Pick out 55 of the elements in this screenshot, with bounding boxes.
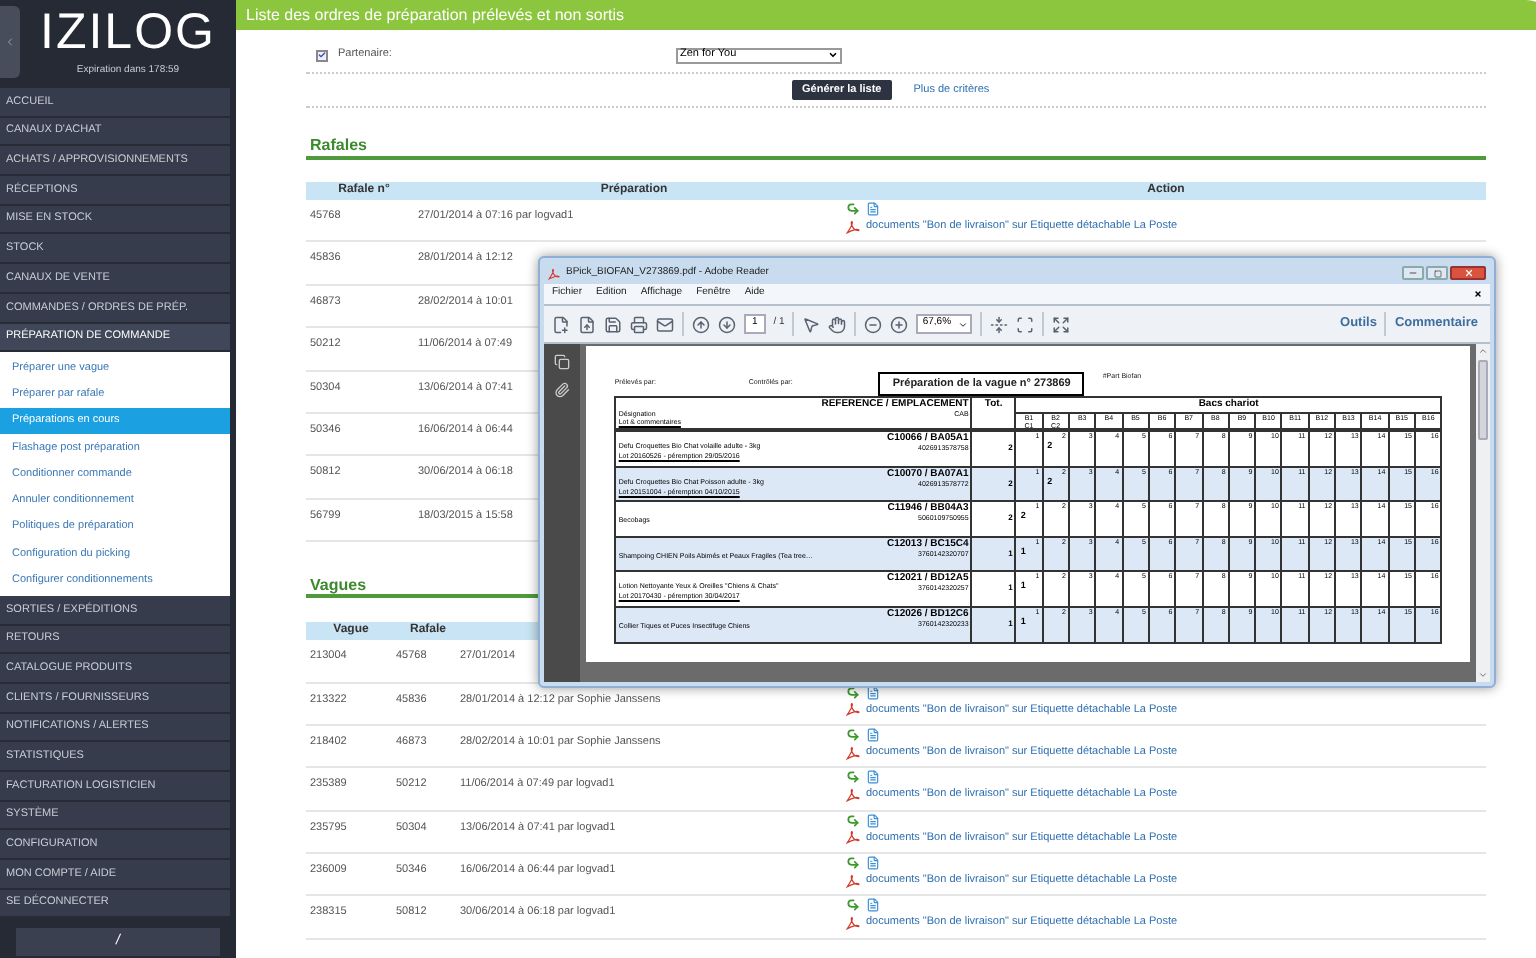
- return-arrow-icon[interactable]: [846, 813, 860, 828]
- zoom-in-icon[interactable]: [890, 315, 909, 333]
- document-icon[interactable]: [866, 898, 880, 913]
- return-arrow-icon[interactable]: [846, 202, 860, 216]
- next-page-icon[interactable]: [718, 315, 736, 333]
- page-title: Liste des ordres de préparation prélevés et non sortis: [246, 3, 624, 27]
- dropdown-icon: [957, 319, 968, 329]
- scroll-down-icon[interactable]: [1478, 670, 1489, 680]
- save-icon[interactable]: [604, 315, 622, 333]
- pdf-icon[interactable]: [846, 873, 860, 888]
- scroll-up-icon[interactable]: [1478, 346, 1489, 356]
- paperclip-icon[interactable]: [554, 382, 571, 398]
- close-icon: [1463, 268, 1473, 278]
- select-cursor-icon[interactable]: [802, 315, 821, 333]
- pdf-icon[interactable]: [846, 830, 860, 845]
- zoom-out-icon[interactable]: [864, 315, 883, 333]
- return-arrow-icon[interactable]: [846, 685, 860, 700]
- fullscreen-icon[interactable]: [1051, 315, 1070, 333]
- document-icon[interactable]: [866, 813, 880, 828]
- print-icon[interactable]: [630, 315, 648, 333]
- section-title: Vagues: [310, 573, 367, 598]
- document-icon[interactable]: [866, 202, 880, 216]
- create-pdf-icon[interactable]: [552, 315, 570, 333]
- close-document-icon[interactable]: [1474, 290, 1482, 298]
- pdf-icon[interactable]: [846, 702, 860, 717]
- dropdown-icon: [828, 50, 838, 60]
- document-icon[interactable]: [866, 727, 880, 742]
- return-arrow-icon[interactable]: [846, 898, 860, 913]
- mail-icon[interactable]: [656, 315, 674, 333]
- scrollbar[interactable]: [1476, 344, 1490, 682]
- pdf-icon[interactable]: [846, 745, 860, 760]
- document-icon[interactable]: [866, 770, 880, 785]
- close-button[interactable]: [1450, 266, 1486, 280]
- return-arrow-icon[interactable]: [846, 856, 860, 871]
- return-arrow-icon[interactable]: [846, 770, 860, 785]
- hand-icon[interactable]: [828, 315, 847, 333]
- maximize-icon: [1433, 269, 1441, 277]
- check-icon: [318, 50, 326, 60]
- pdf-icon[interactable]: [846, 787, 860, 802]
- pdf-icon[interactable]: [846, 219, 860, 234]
- pdf-icon[interactable]: [548, 267, 560, 279]
- pages-icon[interactable]: [554, 354, 571, 370]
- pdf-icon[interactable]: [846, 916, 860, 931]
- return-arrow-icon[interactable]: [846, 727, 860, 742]
- document-icon[interactable]: [866, 856, 880, 871]
- section-title: Rafales: [310, 134, 367, 158]
- document-icon[interactable]: [866, 685, 880, 700]
- fit-page-icon[interactable]: [989, 315, 1008, 333]
- fit-width-icon[interactable]: [1015, 315, 1034, 333]
- upload-file-icon[interactable]: [578, 315, 596, 333]
- minimize-icon: [1408, 268, 1418, 278]
- partner-checkbox[interactable]: [316, 49, 328, 61]
- chevron-left-icon: [4, 36, 16, 48]
- logo: IZILOG: [40, 4, 216, 60]
- previous-page-icon[interactable]: [692, 315, 710, 333]
